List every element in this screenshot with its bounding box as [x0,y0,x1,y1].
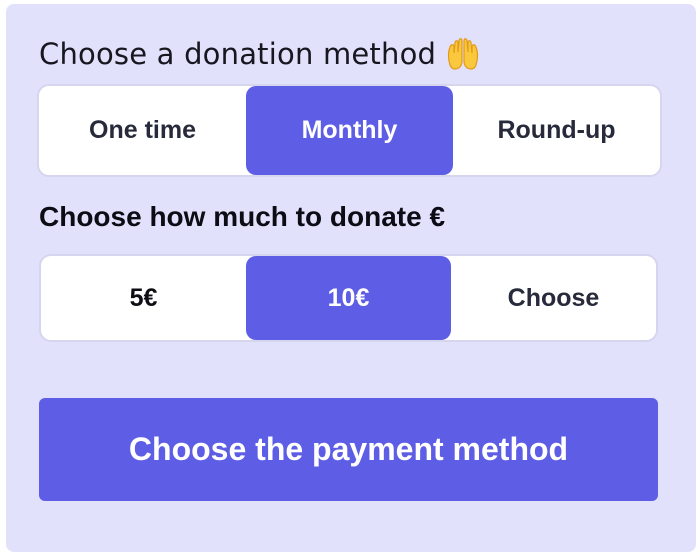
donation-amount-title: Choose how much to donate € [39,201,446,232]
option-monthly[interactable]: Monthly [246,86,453,175]
donation-amount-selector: 5€ 10€ Choose [39,254,658,342]
donation-card: Choose a donation method One time Monthl… [6,4,696,552]
amount-10-euro[interactable]: 10€ [246,256,451,340]
choose-payment-method-button[interactable]: Choose the payment method [39,398,658,501]
raised-hands-icon [446,37,480,71]
option-round-up[interactable]: Round-up [453,86,660,175]
option-one-time[interactable]: One time [39,86,246,175]
donation-method-selector: One time Monthly Round-up [37,84,662,177]
donation-method-title: Choose a donation method [39,37,437,71]
donation-method-title-row: Choose a donation method [39,32,480,76]
amount-5-euro[interactable]: 5€ [41,256,246,340]
amount-custom[interactable]: Choose [451,256,656,340]
